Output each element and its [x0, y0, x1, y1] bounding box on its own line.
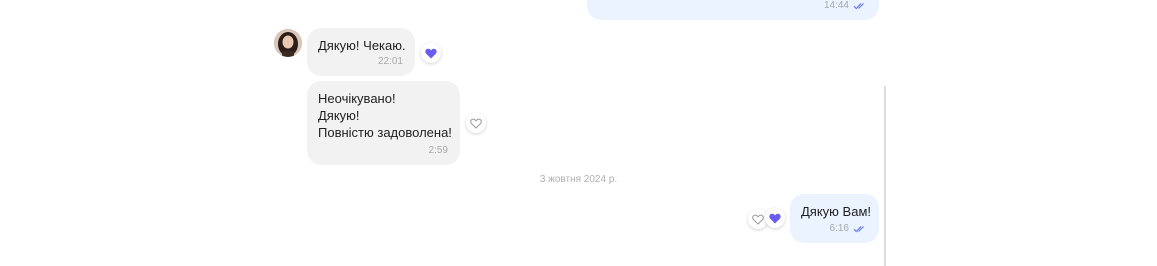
message-text-line: Повністю задоволена!	[318, 125, 452, 140]
reaction-badge[interactable]	[421, 43, 441, 63]
message-text: Дякую Вам!	[801, 204, 871, 219]
message-time: 2:59	[428, 145, 448, 156]
add-reaction-button[interactable]	[466, 113, 486, 133]
date-separator: 3 жовтня 2024 р.	[539, 174, 618, 185]
message-meta: 6:16	[830, 220, 867, 237]
message-time: 22:01	[377, 56, 403, 67]
message-bubble-incoming[interactable]: Неочікувано! Дякую! Повністю задоволена!…	[307, 81, 460, 165]
chat-thread: 14:44 Дякую! Чекаю. 22:01 Неочікувано! Д…	[0, 0, 1157, 266]
message-bubble-incoming[interactable]: Дякую! Чекаю. 22:01	[307, 28, 415, 76]
message-meta: 22:01	[378, 53, 403, 70]
message-time: 14:44	[823, 0, 849, 11]
message-bubble-outgoing[interactable]: Дякую Вам! 6:16	[790, 194, 879, 243]
double-check-icon	[853, 2, 864, 9]
message-meta: 14:44	[824, 0, 867, 14]
message-text-line: Дякую!	[318, 108, 360, 123]
message-bubble-outgoing[interactable]: 14:44	[587, 0, 879, 20]
message-time: 6:16	[829, 223, 849, 234]
message-text: Дякую! Чекаю.	[318, 38, 406, 53]
reaction-badge[interactable]	[765, 208, 785, 228]
message-meta: 2:59	[429, 142, 448, 159]
heart-outline-icon	[470, 118, 482, 129]
heart-icon	[425, 48, 437, 58]
avatar-photo	[274, 29, 302, 57]
double-check-icon	[853, 225, 864, 232]
avatar[interactable]	[274, 29, 302, 57]
scrollbar[interactable]	[884, 86, 886, 266]
message-text-line: Неочікувано!	[318, 91, 396, 106]
heart-outline-icon	[752, 214, 764, 225]
heart-icon	[769, 213, 781, 223]
